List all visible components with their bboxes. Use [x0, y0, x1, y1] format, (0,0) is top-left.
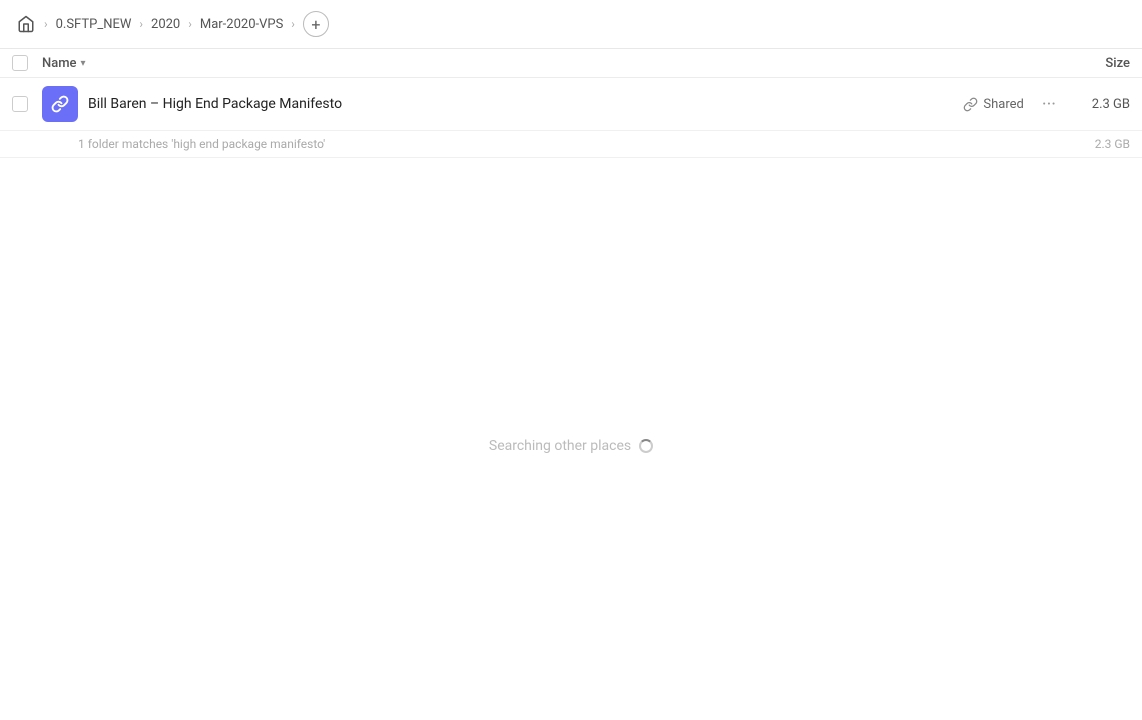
searching-text: Searching other places	[489, 438, 631, 454]
file-shared-badge: Shared	[963, 97, 1023, 112]
add-breadcrumb-button[interactable]: +	[303, 11, 329, 37]
match-info-text: 1 folder matches 'high end package manif…	[78, 137, 1070, 151]
name-column-label: Name	[42, 56, 77, 71]
column-header-row: Name ▾ Size	[0, 49, 1142, 78]
breadcrumb-separator-2: ›	[139, 17, 143, 31]
searching-area: Searching other places	[0, 438, 1142, 454]
breadcrumb-bar: › 0.SFTP_NEW › 2020 › Mar-2020-VPS › +	[0, 0, 1142, 49]
searching-spinner	[639, 439, 653, 453]
match-info-row: 1 folder matches 'high end package manif…	[0, 131, 1142, 158]
name-column-header[interactable]: Name ▾	[42, 56, 1050, 71]
match-info-size: 2.3 GB	[1070, 137, 1130, 151]
shared-label: Shared	[983, 97, 1023, 112]
select-all-checkbox-container[interactable]	[12, 55, 42, 71]
name-sort-icon: ▾	[81, 58, 86, 69]
breadcrumb-sftp[interactable]: 0.SFTP_NEW	[52, 15, 136, 34]
file-more-button[interactable]: ···	[1036, 92, 1062, 117]
file-name-label: Bill Baren – High End Package Manifesto	[88, 96, 963, 112]
breadcrumb-2020[interactable]: 2020	[147, 15, 184, 34]
size-column-header: Size	[1050, 56, 1130, 71]
file-checkbox-container[interactable]	[12, 96, 42, 112]
file-type-icon	[42, 86, 78, 122]
breadcrumb-separator-1: ›	[44, 17, 48, 31]
breadcrumb-mar-vps[interactable]: Mar-2020-VPS	[196, 15, 287, 34]
breadcrumb-separator-4: ›	[291, 17, 295, 31]
file-row[interactable]: Bill Baren – High End Package Manifesto …	[0, 78, 1142, 131]
select-all-checkbox[interactable]	[12, 55, 28, 71]
breadcrumb-separator-3: ›	[188, 17, 192, 31]
file-checkbox[interactable]	[12, 96, 28, 112]
home-button[interactable]	[12, 10, 40, 38]
file-size-value: 2.3 GB	[1070, 97, 1130, 112]
